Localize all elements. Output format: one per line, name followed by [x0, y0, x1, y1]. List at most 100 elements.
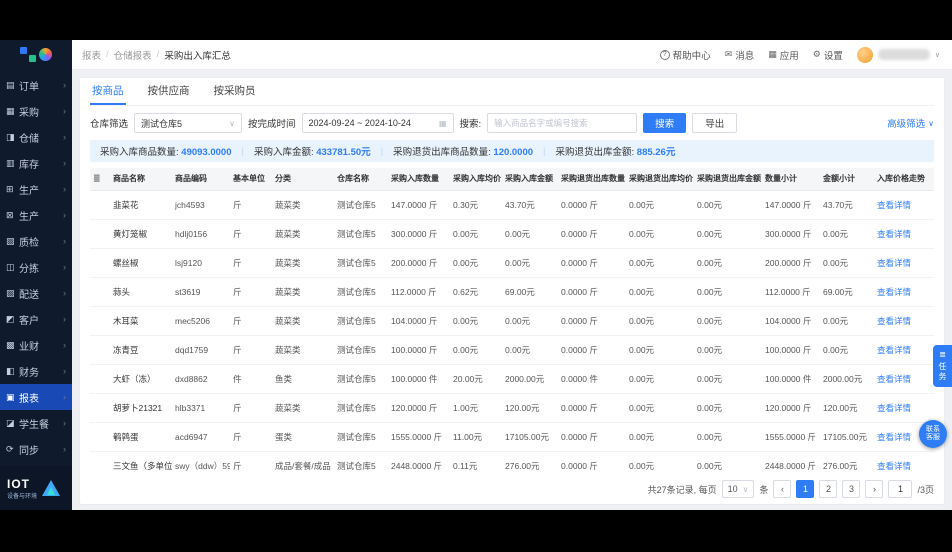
export-button[interactable]: 导出	[692, 113, 737, 133]
menu-item-icon: ◫	[6, 262, 19, 273]
summary-separator: |	[241, 146, 243, 157]
cell: hdlj0156	[172, 219, 230, 248]
breadcrumb-item[interactable]: 仓储报表	[114, 48, 152, 62]
cell: 鹌鹑蛋	[110, 422, 172, 451]
column-header: 仓库名称	[334, 168, 388, 190]
page-size-select[interactable]: 10 ∨	[722, 480, 755, 498]
sidebar-item-库存[interactable]: ▥库存›	[0, 150, 72, 176]
view-detail-link[interactable]: 查看详情	[877, 287, 911, 297]
cell: 0.00元	[626, 364, 694, 393]
topbar-actions: ?帮助中心 ✉消息 ▦应用 ⚙设置 ∨	[660, 47, 952, 63]
cell: 0.00元	[694, 219, 762, 248]
chevron-right-icon: ›	[63, 288, 66, 298]
view-detail-link[interactable]: 查看详情	[877, 403, 911, 413]
page-button-1[interactable]: 1	[796, 480, 814, 498]
table-row: 韭菜花jch4593斤蔬菜类测试仓库5147.0000 斤0.30元43.70元…	[90, 190, 934, 219]
sidebar-item-业财[interactable]: ▩业财›	[0, 332, 72, 358]
iot-title: IOT	[7, 477, 37, 491]
sidebar-item-同步[interactable]: ⟳同步›	[0, 436, 72, 462]
page-size-suffix: 条	[759, 483, 768, 496]
cell: 147.0000 斤	[388, 190, 450, 219]
cell: 0.00元	[694, 248, 762, 277]
help-center-icon: ?	[660, 50, 670, 60]
cell: 蔬菜类	[272, 190, 334, 219]
cell: 大虾（冻）	[110, 364, 172, 393]
cell: 100.0000 斤	[762, 335, 820, 364]
cell: 蔬菜类	[272, 306, 334, 335]
cell: 0.0000 斤	[558, 277, 626, 306]
cell: 斤	[230, 393, 272, 422]
date-range-picker[interactable]: 2024-09-24 ~ 2024-10-24 ▦	[302, 113, 454, 133]
sidebar-item-财务[interactable]: ◧财务›	[0, 358, 72, 384]
sidebar-item-配送[interactable]: ▨配送›	[0, 280, 72, 306]
page-button-2[interactable]: 2	[819, 480, 837, 498]
advanced-filter-link[interactable]: 高级筛选 ∨	[887, 116, 934, 130]
logo-swirl-icon	[39, 48, 52, 61]
messages-button[interactable]: ✉消息	[725, 48, 755, 62]
cell: mec5206	[172, 306, 230, 335]
tab-按供应商[interactable]: 按供应商	[146, 78, 192, 105]
page-jump-input[interactable]	[888, 480, 912, 498]
cell: 0.00元	[626, 393, 694, 422]
sidebar-item-仓储[interactable]: ◨仓储›	[0, 124, 72, 150]
cell: lsj9120	[172, 248, 230, 277]
view-detail-link[interactable]: 查看详情	[877, 316, 911, 326]
search-button[interactable]: 搜索	[643, 113, 686, 133]
user-menu[interactable]: ∨	[857, 47, 940, 63]
view-detail-link[interactable]: 查看详情	[877, 432, 911, 442]
apps-label: 应用	[780, 48, 799, 62]
row-indent	[90, 248, 110, 277]
column-header: 采购退货出库金额	[694, 168, 762, 190]
apps-button[interactable]: ▦应用	[768, 48, 799, 62]
view-detail-link[interactable]: 查看详情	[877, 461, 911, 471]
tab-按商品[interactable]: 按商品	[90, 78, 126, 105]
breadcrumb-item[interactable]: 报表	[82, 48, 101, 62]
next-page-button[interactable]: ›	[865, 480, 883, 498]
chevron-down-icon: ∨	[935, 51, 940, 59]
tab-按采购员[interactable]: 按采购员	[212, 78, 258, 105]
view-detail-link[interactable]: 查看详情	[877, 200, 911, 210]
cell: 0.00元	[820, 306, 874, 335]
cell: 测试仓库5	[334, 219, 388, 248]
view-detail-link[interactable]: 查看详情	[877, 258, 911, 268]
warehouse-select[interactable]: 测试仓库5 ∨	[134, 113, 242, 133]
cell: 200.0000 斤	[762, 248, 820, 277]
summary-item: 采购退货出库商品数量: 120.0000	[393, 144, 533, 158]
page-button-3[interactable]: 3	[842, 480, 860, 498]
sidebar-item-订单[interactable]: ▤订单›	[0, 72, 72, 98]
main-content: 按商品按供应商按采购员 仓库筛选 测试仓库5 ∨ 按完成时间 2024-09-2…	[72, 70, 952, 510]
task-float-button[interactable]: ≣ 任务	[933, 345, 952, 387]
sidebar-item-学生餐[interactable]: ◪学生餐›	[0, 410, 72, 436]
view-detail-link[interactable]: 查看详情	[877, 345, 911, 355]
sidebar-item-客户[interactable]: ◩客户›	[0, 306, 72, 332]
cell: 2448.0000 斤	[762, 451, 820, 474]
sidebar-item-生产[interactable]: ⊞生产›	[0, 176, 72, 202]
cell: acd6947	[172, 422, 230, 451]
sidebar-item-采购[interactable]: ▦采购›	[0, 98, 72, 124]
user-name	[878, 49, 930, 60]
search-input[interactable]	[487, 113, 637, 133]
column-header: 采购入库均价	[450, 168, 502, 190]
customer-service-float-button[interactable]: 联系客服	[919, 420, 947, 448]
menu-item-icon: ◧	[6, 366, 19, 377]
settings-button[interactable]: ⚙设置	[813, 48, 843, 62]
sidebar-item-生产[interactable]: ⊠生产›	[0, 202, 72, 228]
record-count-label: 共27条记录, 每页	[648, 483, 717, 496]
column-settings-icon[interactable]: ≣	[93, 173, 101, 183]
cell: 测试仓库5	[334, 306, 388, 335]
settings-icon: ⚙	[813, 49, 821, 60]
cell: 0.00元	[626, 422, 694, 451]
view-detail-link[interactable]: 查看详情	[877, 229, 911, 239]
sidebar-item-质检[interactable]: ▧质检›	[0, 228, 72, 254]
cell: 276.00元	[502, 451, 558, 474]
cell: 蔬菜类	[272, 219, 334, 248]
view-detail-link[interactable]: 查看详情	[877, 374, 911, 384]
sidebar-item-报表[interactable]: ▣报表›	[0, 384, 72, 410]
cell: 43.70元	[502, 190, 558, 219]
app-window: 报表/仓储报表/采购出入库汇总 ?帮助中心✉消息▦应用⚙设置 ∨ ▤订单›▦采购…	[0, 40, 952, 510]
help-center-button[interactable]: ?帮助中心	[660, 48, 711, 62]
prev-page-button[interactable]: ‹	[773, 480, 791, 498]
menu-item-label: 业财	[19, 338, 63, 353]
cell: 200.0000 斤	[388, 248, 450, 277]
sidebar-item-分拣[interactable]: ◫分拣›	[0, 254, 72, 280]
